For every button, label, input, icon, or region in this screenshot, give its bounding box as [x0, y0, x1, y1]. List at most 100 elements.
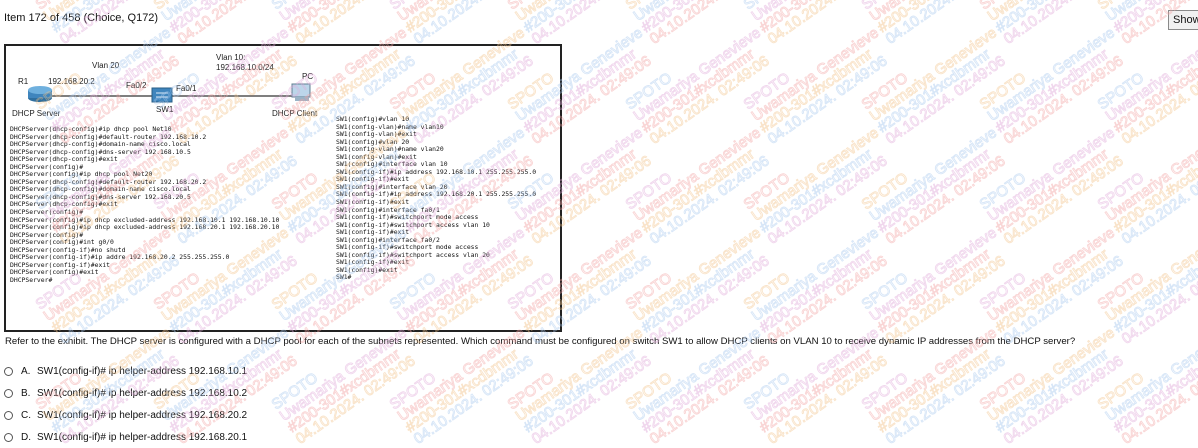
watermark-text: #200-301#xcdbmmr	[403, 346, 522, 436]
watermark-text: SPOTO	[741, 69, 794, 113]
watermark-text: 04.10.2024. 02:49:06	[647, 0, 773, 48]
watermark-text: Uwamariya Genevieve	[749, 0, 882, 25]
watermark-text: SPOTO	[151, 0, 204, 13]
watermark-text: SPOTO	[269, 369, 322, 413]
watermark-text: Uwamariya Genevieve	[867, 0, 1000, 25]
option-c[interactable]: C. SW1(config-if)# ip helper-address 192…	[4, 404, 247, 426]
watermark-text: SPOTO	[623, 0, 676, 13]
watermark-stamp: SPOTOUwamariya Genevieve#200-301#xcdbmmr…	[740, 0, 891, 48]
watermark-stamp: SPOTOUwamariya Genevieve#200-301#xcdbmmr…	[740, 224, 891, 348]
watermark-stamp: SPOTOUwamariya Genevieve#200-301#xcdbmmr…	[386, 0, 537, 48]
exhibit-image: R1 192.168.20.2 Vlan 20 Fa0/2 Fa0/1 Vlan…	[4, 44, 562, 332]
watermark-text: #200-301#xcdbmmr	[993, 346, 1112, 436]
label-dhcp-server: DHCP Server	[12, 109, 61, 118]
label-vlan20: Vlan 20	[92, 61, 120, 70]
watermark-text: #200-301#xcdbmmr	[1111, 46, 1198, 136]
watermark-stamp: SPOTOUwamariya Genevieve#200-301#xcdbmmr…	[858, 0, 1009, 48]
watermark-text: 04.10.2024. 02:49:06	[647, 252, 773, 347]
watermark-text: SPOTO	[269, 0, 322, 13]
watermark-text: 04.10.2024. 02:49:06	[1119, 352, 1198, 447]
watermark-text: SPOTO	[1095, 69, 1148, 113]
label-r1-ip: 192.168.20.2	[48, 77, 95, 86]
watermark-stamp: SPOTOUwamariya Genevieve#200-301#xcdbmmr…	[740, 124, 891, 248]
option-letter: B.	[21, 387, 31, 399]
watermark-stamp: SPOTOUwamariya Genevieve#200-301#xcdbmmr…	[268, 0, 419, 48]
watermark-stamp: SPOTOUwamariya Genevieve#200-301#xcdbmmr…	[858, 24, 1009, 148]
watermark-text: #200-301#xcdbmmr	[757, 346, 876, 436]
pc-icon	[291, 83, 311, 101]
watermark-text: 04.10.2024. 02:49:06	[883, 252, 1009, 347]
watermark-stamp: SPOTOUwamariya Genevieve#200-301#xcdbmmr…	[976, 224, 1127, 348]
show-button[interactable]: Show	[1168, 10, 1198, 30]
watermark-stamp: SPOTOUwamariya Genevieve#200-301#xcdbmmr…	[622, 0, 773, 48]
watermark-text: SPOTO	[1095, 369, 1148, 413]
watermark-text: SPOTO	[977, 369, 1030, 413]
watermark-text: Uwamariya Genevieve	[631, 0, 764, 25]
watermark-text: Uwamariya Genevieve	[277, 0, 410, 25]
watermark-text: #200-301#xcdbmmr	[1111, 346, 1198, 436]
watermark-text: 04.10.2024. 02:49:06	[765, 252, 891, 347]
watermark-text: 04.10.2024. 02:49:06	[1001, 352, 1127, 447]
option-text: SW1(config-if)# ip helper-address 192.16…	[37, 365, 248, 377]
radio-button-c[interactable]	[4, 410, 13, 420]
watermark-text: SPOTO	[977, 269, 1030, 313]
watermark-text: #200-301#xcdbmmr	[285, 0, 404, 36]
label-sw1: SW1	[156, 105, 174, 114]
watermark-text: SPOTO	[505, 0, 558, 13]
label-dhcp-client: DHCP Client	[272, 109, 318, 118]
watermark-stamp: SPOTOUwamariya Genevieve#200-301#xcdbmmr…	[622, 324, 773, 447]
watermark-stamp: SPOTOUwamariya Genevieve#200-301#xcdbmmr…	[1094, 124, 1198, 248]
watermark-text: #200-301#xcdbmmr	[639, 346, 758, 436]
watermark-stamp: SPOTOUwamariya Genevieve#200-301#xcdbmmr…	[150, 0, 301, 48]
radio-button-a[interactable]	[4, 366, 13, 376]
watermark-text: 04.10.2024. 02:49:06	[411, 352, 537, 447]
label-fa01: Fa0/1	[176, 84, 197, 93]
watermark-text: 04.10.2024. 02:49:06	[293, 352, 419, 447]
watermark-text: 04.10.2024. 02:49:06	[1001, 0, 1127, 48]
watermark-text: Uwamariya Genevieve	[749, 124, 882, 224]
watermark-text: Uwamariya Genevieve	[867, 24, 1000, 124]
watermark-text: SPOTO	[623, 69, 676, 113]
watermark-stamp: SPOTOUwamariya Genevieve#200-301#xcdbmmr…	[976, 24, 1127, 148]
radio-button-b[interactable]	[4, 388, 13, 398]
watermark-stamp: SPOTOUwamariya Genevieve#200-301#xcdbmmr…	[740, 324, 891, 447]
label-vlan10: Vlan 10:	[216, 53, 245, 62]
watermark-text: 04.10.2024. 02:49:06	[1119, 52, 1198, 147]
answer-options: A. SW1(config-if)# ip helper-address 192…	[4, 360, 247, 448]
watermark-text: SPOTO	[977, 169, 1030, 213]
watermark-text: #200-301#xcdbmmr	[639, 46, 758, 136]
watermark-text: 04.10.2024. 02:49:06	[883, 0, 1009, 48]
label-r1: R1	[18, 77, 29, 86]
watermark-text: SPOTO	[859, 269, 912, 313]
watermark-text: #200-301#xcdbmmr	[1111, 246, 1198, 336]
option-letter: A.	[21, 365, 31, 377]
option-letter: C.	[21, 409, 31, 421]
watermark-stamp: SPOTOUwamariya Genevieve#200-301#xcdbmmr…	[740, 24, 891, 148]
watermark-text: 04.10.2024. 02:49:06	[1119, 152, 1198, 247]
watermark-text: Uwamariya Genevieve	[631, 124, 764, 224]
watermark-text: SPOTO	[505, 369, 558, 413]
option-d[interactable]: D. SW1(config-if)# ip helper-address 192…	[4, 426, 247, 448]
watermark-text: Uwamariya Genevieve	[513, 0, 646, 25]
watermark-text: 04.10.2024. 02:49:06	[1001, 152, 1127, 247]
watermark-text: 04.10.2024. 02:49:06	[175, 0, 301, 48]
watermark-text: SPOTO	[859, 169, 912, 213]
watermark-stamp: SPOTOUwamariya Genevieve#200-301#xcdbmmr…	[858, 224, 1009, 348]
watermark-text: #200-301#xcdbmmr	[639, 246, 758, 336]
watermark-stamp: SPOTOUwamariya Genevieve#200-301#xcdbmmr…	[622, 24, 773, 148]
watermark-text: SPOTO	[741, 0, 794, 13]
watermark-text: #200-301#xcdbmmr	[993, 0, 1112, 36]
radio-button-d[interactable]	[4, 432, 13, 442]
watermark-text: SPOTO	[741, 269, 794, 313]
watermark-text: Uwamariya Genevieve	[1103, 324, 1198, 424]
watermark-text: 04.10.2024. 02:49:06	[293, 0, 419, 48]
watermark-text: 04.10.2024. 02:49:06	[647, 52, 773, 147]
watermark-text: Uwamariya Genevieve	[985, 224, 1118, 324]
option-b[interactable]: B. SW1(config-if)# ip helper-address 192…	[4, 382, 247, 404]
option-a[interactable]: A. SW1(config-if)# ip helper-address 192…	[4, 360, 247, 382]
watermark-text: #200-301#xcdbmmr	[757, 46, 876, 136]
watermark-text: #200-301#xcdbmmr	[993, 246, 1112, 336]
watermark-text: Uwamariya Genevieve	[1103, 224, 1198, 324]
label-pc: PC	[302, 72, 313, 81]
sw1-config: SW1(config)#vlan 10 SW1(config-vlan)#nam…	[336, 115, 537, 282]
